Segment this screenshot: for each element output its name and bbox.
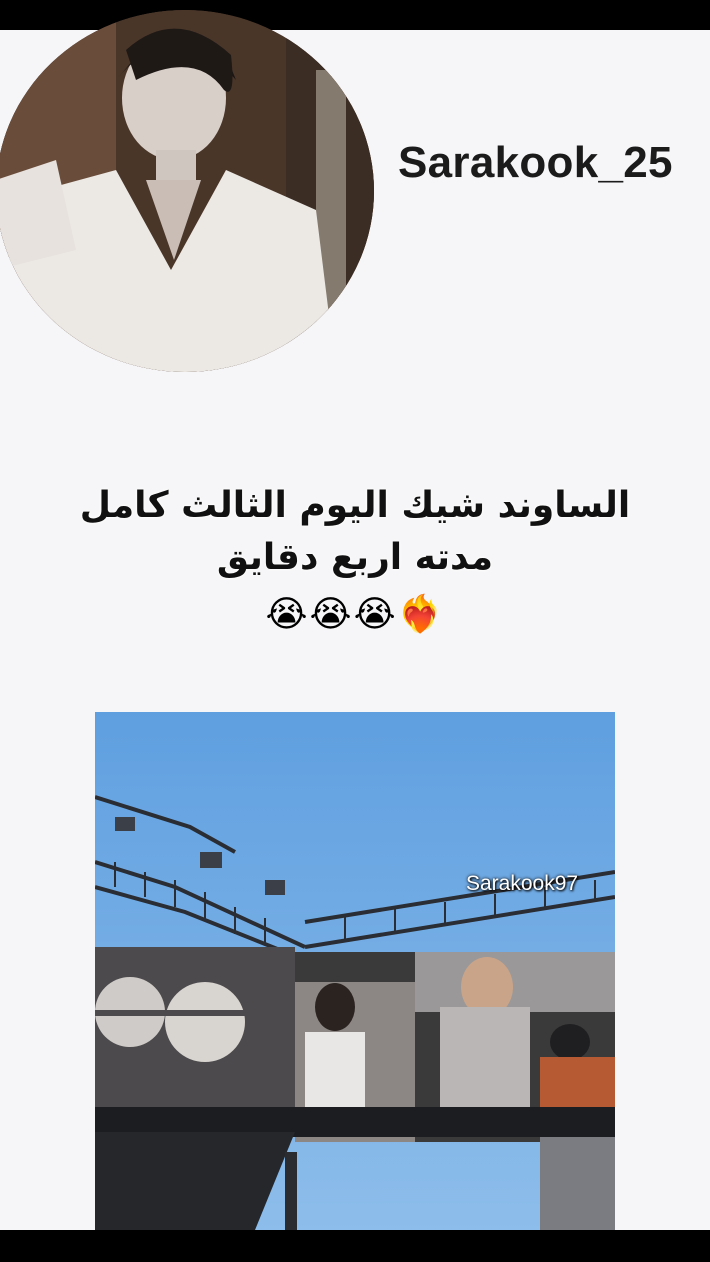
profile-avatar[interactable] — [0, 10, 374, 372]
emoji-line: 😭😭😭❤️‍🔥 — [265, 594, 445, 635]
video-frame[interactable] — [95, 712, 615, 1230]
caption-line: الساوند شيك اليوم الثالث كامل — [79, 485, 631, 526]
profile-photo-icon — [0, 10, 374, 372]
post-caption: الساوند شيك اليوم الثالث كامل مدته اربع … — [60, 480, 650, 584]
caption-line: مدته اربع دقايق — [216, 537, 494, 578]
concert-scene-icon — [95, 712, 615, 1230]
navigation-bar — [0, 1230, 710, 1262]
video-watermark: Sarakook97 — [466, 872, 579, 895]
username[interactable]: Sarakook_25 — [398, 138, 673, 188]
